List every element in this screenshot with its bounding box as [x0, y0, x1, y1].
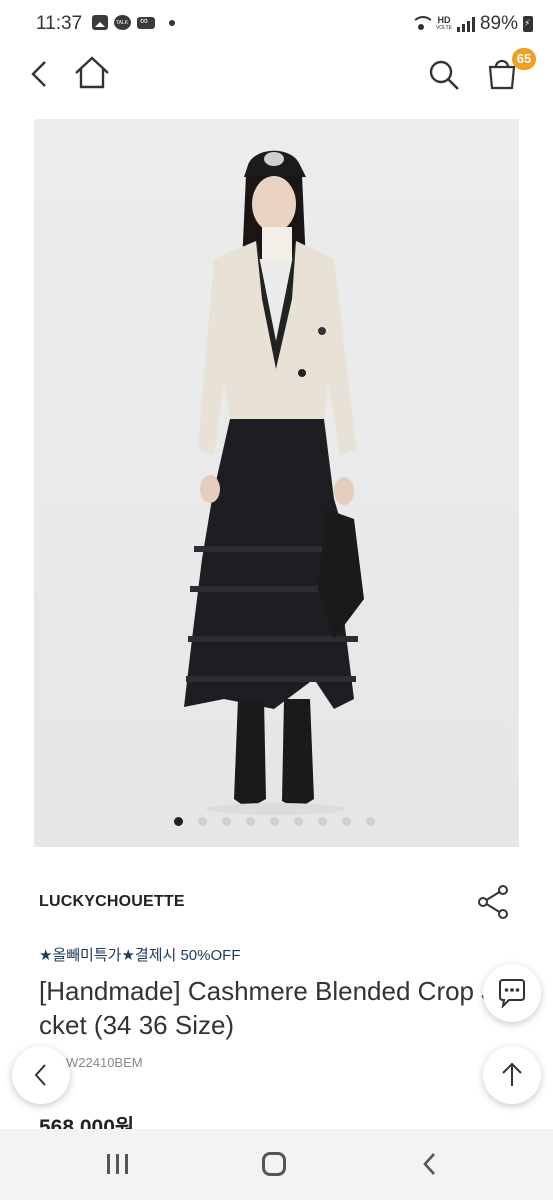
battery-percent: 89%: [479, 13, 518, 34]
more-notifications-dot: [169, 19, 175, 26]
status-notification-icons: [92, 15, 175, 30]
share-icon[interactable]: [476, 884, 510, 920]
carousel-dot[interactable]: [198, 817, 207, 826]
signal-icon: [456, 16, 475, 32]
back-icon[interactable]: [30, 60, 50, 88]
carousel-dot[interactable]: [246, 817, 255, 826]
home-button[interactable]: [262, 1152, 286, 1176]
carousel-dot[interactable]: [366, 817, 375, 826]
product-title: [Handmade] Cashmere Blended Crop Jacket …: [39, 976, 509, 1040]
status-bar: 11:37 HDVOLTE 89%: [0, 0, 553, 46]
carousel-dot[interactable]: [318, 817, 327, 826]
carousel-dot[interactable]: [270, 817, 279, 826]
product-code: W22410BEM: [66, 1055, 143, 1070]
home-icon[interactable]: [74, 56, 110, 90]
chevron-left-icon: [34, 1064, 46, 1086]
carousel-dot[interactable]: [342, 817, 351, 826]
hd-sub-label: VOLTE: [435, 25, 452, 31]
cart-count-badge: 65: [512, 48, 536, 70]
status-time: 11:37: [36, 13, 83, 34]
scroll-top-button[interactable]: [483, 1046, 541, 1104]
brand-name[interactable]: LUCKYCHOUETTE: [39, 893, 185, 911]
carousel-dots: [34, 817, 519, 826]
talk-icon: [114, 15, 131, 30]
gallery-icon: [92, 15, 108, 30]
android-nav-bar: [0, 1129, 553, 1200]
system-back-button[interactable]: [420, 1151, 440, 1177]
product-image[interactable]: [34, 119, 519, 847]
carousel-dot[interactable]: [222, 817, 231, 826]
recent-apps-button[interactable]: [107, 1154, 131, 1174]
search-icon[interactable]: [426, 58, 462, 92]
carousel-dot[interactable]: [174, 817, 183, 826]
carousel-dot[interactable]: [294, 817, 303, 826]
chat-button[interactable]: [483, 964, 541, 1022]
promo-text: ★올빼미특가★결제시 50%OFF: [39, 947, 241, 964]
wifi-icon: [410, 16, 435, 32]
previous-button[interactable]: [12, 1046, 70, 1104]
hd-voice-icon: HD VOLTE: [436, 16, 452, 32]
voicemail-icon: [137, 15, 155, 29]
arrow-up-icon: [502, 1062, 522, 1086]
top-header: [0, 46, 553, 106]
product-photo: [184, 150, 364, 815]
status-system-icons: HD VOLTE 89%: [410, 13, 533, 35]
battery-icon: [523, 16, 533, 32]
chat-icon: [499, 979, 525, 1008]
